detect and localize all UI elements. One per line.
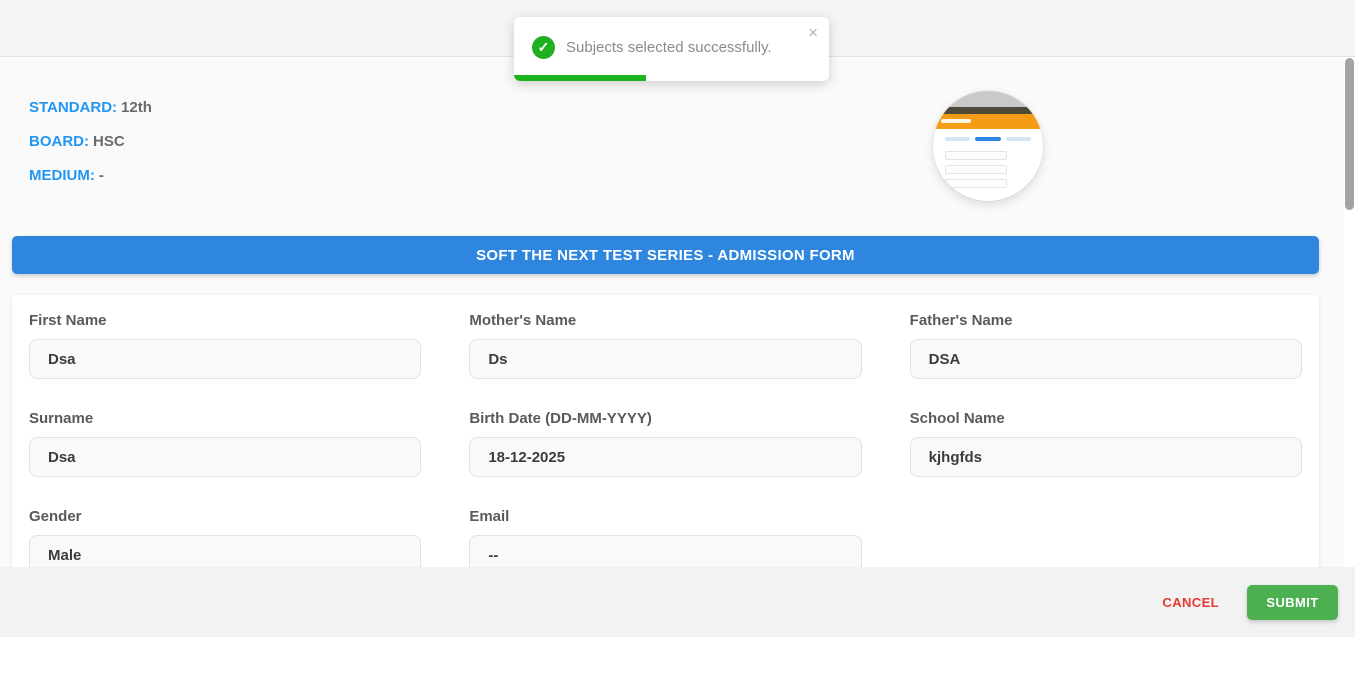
medium-row: MEDIUM:- xyxy=(29,167,152,185)
mothers-name-label: Mother's Name xyxy=(469,312,861,329)
first-name-input[interactable] xyxy=(29,339,421,379)
toast-message: Subjects selected successfully. xyxy=(566,39,799,56)
form-title-banner: SOFT THE NEXT TEST SERIES - ADMISSION FO… xyxy=(12,236,1319,274)
birth-date-field: Birth Date (DD-MM-YYYY) xyxy=(469,410,861,477)
school-name-field: School Name xyxy=(910,410,1302,477)
fathers-name-input[interactable] xyxy=(910,339,1302,379)
form-preview-image xyxy=(933,91,1043,201)
toast-notification: ✓ Subjects selected successfully. × xyxy=(514,17,829,81)
fathers-name-field: Father's Name xyxy=(910,312,1302,379)
gender-label: Gender xyxy=(29,508,421,525)
bottom-spacer xyxy=(0,637,1355,674)
email-label: Email xyxy=(469,508,861,525)
admission-form-card: First Name Mother's Name Father's Name S… xyxy=(12,295,1319,587)
scrollbar-track[interactable] xyxy=(1344,58,1355,567)
student-info: STANDARD:12th BOARD:HSC MEDIUM:- xyxy=(29,99,152,201)
board-value: HSC xyxy=(93,133,125,150)
toast-progress-bar xyxy=(514,75,646,81)
fathers-name-label: Father's Name xyxy=(910,312,1302,329)
footer-action-bar: CANCEL SUBMIT xyxy=(0,567,1355,637)
birth-date-input[interactable] xyxy=(469,437,861,477)
birth-date-label: Birth Date (DD-MM-YYYY) xyxy=(469,410,861,427)
standard-row: STANDARD:12th xyxy=(29,99,152,117)
school-name-label: School Name xyxy=(910,410,1302,427)
board-label: BOARD: xyxy=(29,133,89,150)
close-icon[interactable]: × xyxy=(808,21,818,45)
surname-input[interactable] xyxy=(29,437,421,477)
board-row: BOARD:HSC xyxy=(29,133,152,151)
scrollbar-thumb[interactable] xyxy=(1345,58,1354,210)
mothers-name-field: Mother's Name xyxy=(469,312,861,379)
email-field: Email xyxy=(469,508,861,575)
medium-label: MEDIUM: xyxy=(29,167,95,184)
medium-value: - xyxy=(99,167,104,184)
standard-label: STANDARD: xyxy=(29,99,117,116)
mothers-name-input[interactable] xyxy=(469,339,861,379)
form-grid: First Name Mother's Name Father's Name S… xyxy=(12,295,1319,575)
page-title: SOFT THE NEXT TEST SERIES - ADMISSION FO… xyxy=(476,247,855,264)
surname-label: Surname xyxy=(29,410,421,427)
standard-value: 12th xyxy=(121,99,152,116)
surname-field: Surname xyxy=(29,410,421,477)
success-check-icon: ✓ xyxy=(532,36,555,59)
first-name-label: First Name xyxy=(29,312,421,329)
gender-field: Gender xyxy=(29,508,421,575)
school-name-input[interactable] xyxy=(910,437,1302,477)
submit-button[interactable]: SUBMIT xyxy=(1247,585,1338,620)
cancel-button[interactable]: CANCEL xyxy=(1162,595,1219,610)
first-name-field: First Name xyxy=(29,312,421,379)
